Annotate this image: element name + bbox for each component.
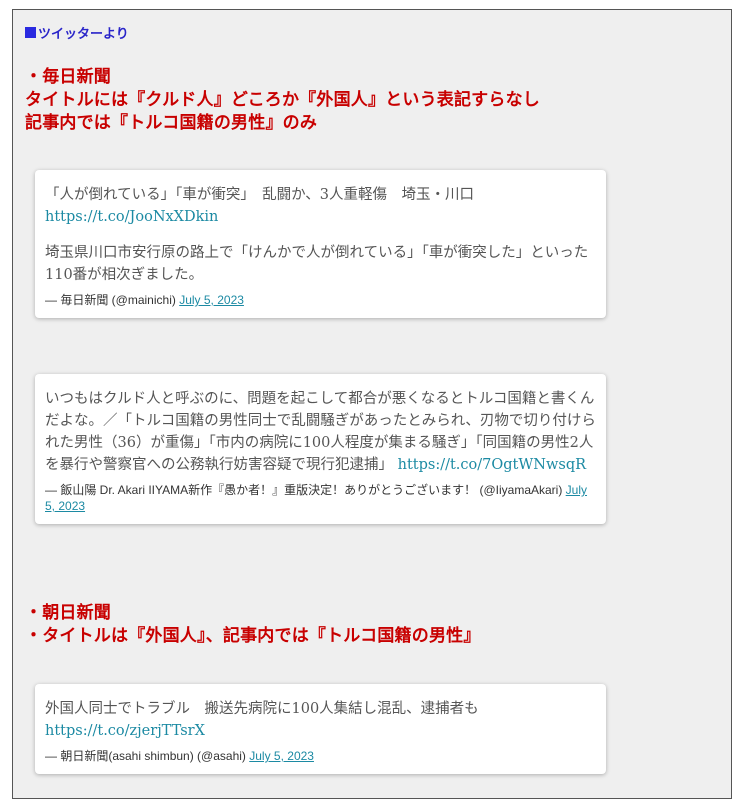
source-label-text: ツイッターより bbox=[38, 27, 129, 42]
tweet-date-link[interactable]: July 5, 2023 bbox=[179, 293, 244, 307]
tweet-author[interactable]: — 朝日新聞(asahi shimbun) (@asahi) bbox=[45, 749, 246, 763]
asahi-heading-line: ・朝日新聞 bbox=[25, 603, 111, 623]
embedded-tweet-asahi: 外国人同士でトラブル 搬送先病院に100人集結し混乱、逮捕者も https://… bbox=[35, 684, 606, 774]
tweet-link[interactable]: https://t.co/JooNxXDkin bbox=[45, 209, 218, 225]
embedded-tweet-iiyama: いつもはクルド人と呼ぶのに、問題を起こして都合が悪くなるとトルコ国籍と書くんだよ… bbox=[35, 374, 606, 524]
tweet-attribution: — 毎日新聞 (@mainichi) July 5, 2023 bbox=[45, 292, 596, 308]
tweet-headline: 外国人同士でトラブル 搬送先病院に100人集結し混乱、逮捕者も bbox=[45, 701, 479, 717]
asahi-heading-line: ・タイトルは『外国人』、記事内では『トルコ国籍の男性』 bbox=[25, 626, 481, 646]
mainichi-heading-line: 記事内では『トルコ国籍の男性』のみ bbox=[25, 113, 318, 133]
tweet-body: 埼玉県川口市安行原の路上で「けんかで人が倒れている」「車が衝突した」といった11… bbox=[45, 245, 589, 283]
mainichi-commentary: ・毎日新聞 タイトルには『クルド人』どころか『外国人』という表記すらなし 記事内… bbox=[25, 66, 540, 135]
blue-square-icon bbox=[25, 27, 36, 38]
embedded-tweet-mainichi: 「人が倒れている」「車が衝突」 乱闘か、3人重軽傷 埼玉・川口 https://… bbox=[35, 170, 606, 318]
tweet-headline: 「人が倒れている」「車が衝突」 乱闘か、3人重軽傷 埼玉・川口 bbox=[45, 187, 474, 203]
mainichi-heading-line: ・毎日新聞 bbox=[25, 67, 111, 87]
source-label: ツイッターより bbox=[25, 23, 129, 42]
blog-content-frame: ツイッターより ・毎日新聞 タイトルには『クルド人』どころか『外国人』という表記… bbox=[12, 9, 732, 799]
tweet-link[interactable]: https://t.co/7OgtWNwsqR bbox=[398, 457, 586, 473]
tweet-attribution: — 朝日新聞(asahi shimbun) (@asahi) July 5, 2… bbox=[45, 748, 596, 764]
mainichi-heading-line: タイトルには『クルド人』どころか『外国人』という表記すらなし bbox=[25, 90, 540, 110]
tweet-link[interactable]: https://t.co/zjerjTTsrX bbox=[45, 723, 205, 739]
tweet-author[interactable]: — 毎日新聞 (@mainichi) bbox=[45, 293, 176, 307]
tweet-author[interactable]: — 飯山陽 Dr. Akari IIYAMA新作『愚か者！』重版決定！ありがとう… bbox=[45, 483, 562, 497]
tweet-date-link[interactable]: July 5, 2023 bbox=[249, 749, 314, 763]
tweet-attribution: — 飯山陽 Dr. Akari IIYAMA新作『愚か者！』重版決定！ありがとう… bbox=[45, 482, 596, 514]
asahi-commentary: ・朝日新聞 ・タイトルは『外国人』、記事内では『トルコ国籍の男性』 bbox=[25, 602, 481, 648]
